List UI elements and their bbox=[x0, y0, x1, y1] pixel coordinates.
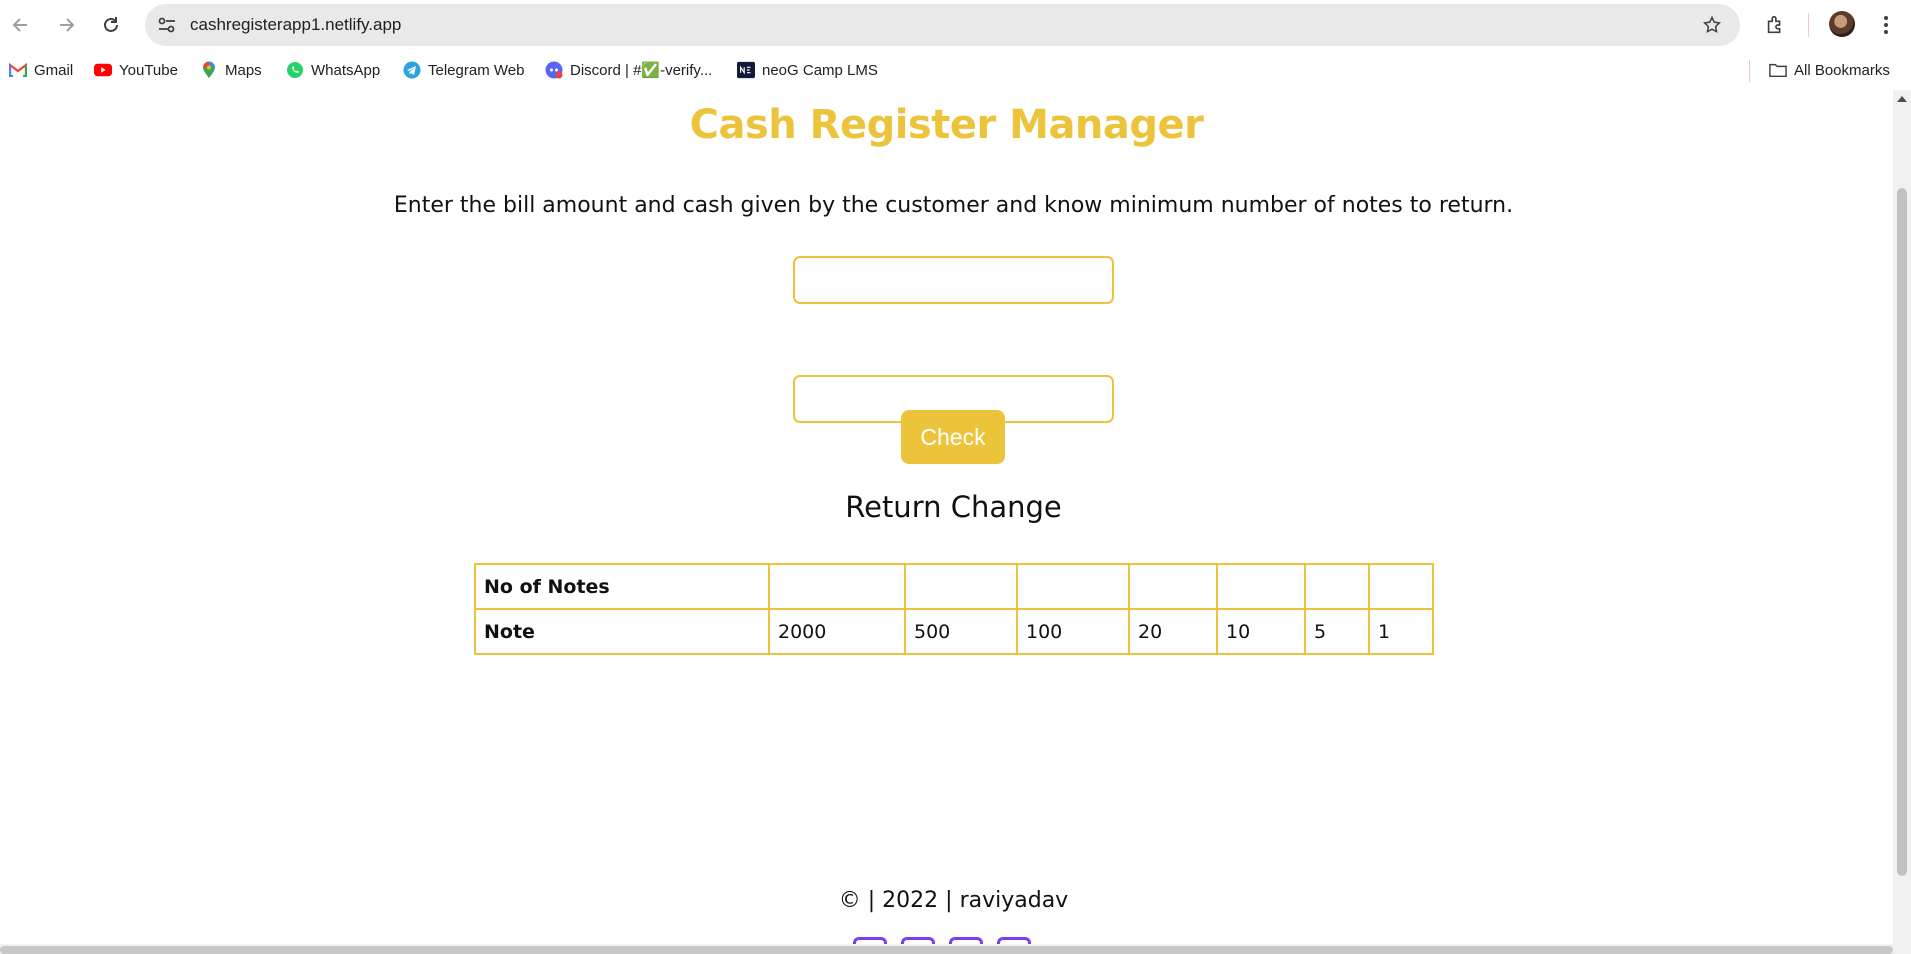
table-row-note: Note 2000 500 100 20 10 5 1 bbox=[474, 608, 1434, 655]
page-viewport: Cash Register Manager Enter the bill amo… bbox=[0, 90, 1893, 944]
horizontal-scrollbar[interactable] bbox=[0, 944, 1911, 954]
browser-menu-button[interactable] bbox=[1874, 10, 1898, 40]
table-cell-note: 5 bbox=[1304, 608, 1370, 655]
social-links bbox=[853, 937, 1031, 944]
extensions-button[interactable] bbox=[1760, 10, 1790, 40]
table-cell-count bbox=[768, 563, 906, 610]
toolbar-divider bbox=[1808, 13, 1809, 37]
twitter-icon[interactable] bbox=[901, 937, 935, 944]
folder-icon bbox=[1769, 61, 1787, 79]
table-cell-note: 20 bbox=[1128, 608, 1218, 655]
gmail-icon bbox=[9, 61, 27, 79]
check-button[interactable]: Check bbox=[901, 410, 1005, 464]
bookmark-star-icon[interactable] bbox=[1700, 13, 1724, 37]
bookmark-neog[interactable]: neoG Camp LMS bbox=[737, 60, 878, 80]
bookmarks-divider bbox=[1749, 60, 1750, 82]
all-bookmarks-button[interactable]: All Bookmarks bbox=[1769, 60, 1890, 80]
bookmark-whatsapp[interactable]: WhatsApp bbox=[286, 60, 380, 80]
portfolio-icon[interactable] bbox=[997, 937, 1031, 944]
github-icon[interactable] bbox=[853, 937, 887, 944]
back-arrow-icon bbox=[12, 18, 27, 32]
profile-avatar[interactable] bbox=[1829, 11, 1855, 37]
bookmark-youtube[interactable]: YouTube bbox=[94, 60, 178, 80]
table-cell-count bbox=[904, 563, 1018, 610]
bookmark-telegram[interactable]: Telegram Web bbox=[403, 60, 524, 80]
kebab-menu-icon bbox=[1884, 16, 1888, 34]
table-cell-count bbox=[1304, 563, 1370, 610]
site-info-icon[interactable] bbox=[153, 12, 181, 38]
back-button[interactable] bbox=[6, 10, 36, 40]
youtube-icon bbox=[94, 61, 112, 79]
linkedin-icon[interactable] bbox=[949, 937, 983, 944]
table-cell-note: 1 bbox=[1368, 608, 1434, 655]
bookmark-maps[interactable]: Maps bbox=[200, 60, 262, 80]
return-change-heading: Return Change bbox=[845, 490, 1062, 524]
telegram-icon bbox=[403, 61, 421, 79]
page-footer: © | 2022 | raviyadav bbox=[838, 888, 1069, 913]
horizontal-scroll-thumb[interactable] bbox=[0, 946, 1893, 954]
table-cell-note: 500 bbox=[904, 608, 1018, 655]
vertical-scroll-thumb[interactable] bbox=[1897, 188, 1907, 876]
table-cell-note: 2000 bbox=[768, 608, 906, 655]
url-text[interactable]: cashregisterapp1.netlify.app bbox=[190, 15, 401, 35]
table-cell-note: 10 bbox=[1216, 608, 1306, 655]
vertical-scrollbar[interactable] bbox=[1893, 90, 1911, 944]
table-cell-count bbox=[1368, 563, 1434, 610]
table-cell-note: 100 bbox=[1016, 608, 1130, 655]
page-title: Cash Register Manager bbox=[689, 102, 1204, 148]
page-description: Enter the bill amount and cash given by … bbox=[393, 193, 1514, 218]
whatsapp-icon bbox=[286, 61, 304, 79]
table-cell-count bbox=[1216, 563, 1306, 610]
table-cell-count bbox=[1128, 563, 1218, 610]
browser-toolbar: cashregisterapp1.netlify.app bbox=[0, 0, 1911, 50]
reload-icon bbox=[104, 17, 118, 32]
address-bar[interactable]: cashregisterapp1.netlify.app bbox=[145, 4, 1740, 46]
scroll-up-arrow-icon[interactable] bbox=[1897, 96, 1907, 102]
forward-arrow-icon bbox=[60, 18, 75, 32]
puzzle-icon bbox=[1767, 15, 1781, 34]
forward-button[interactable] bbox=[51, 10, 81, 40]
bookmark-discord[interactable]: Discord | #✅-verify... bbox=[545, 60, 712, 80]
maps-icon bbox=[200, 61, 218, 79]
table-cell-count bbox=[1016, 563, 1130, 610]
bookmarks-bar: Gmail YouTube Maps WhatsApp Telegram Web… bbox=[0, 50, 1911, 90]
bookmark-gmail[interactable]: Gmail bbox=[9, 60, 73, 80]
bill-amount-input[interactable] bbox=[793, 256, 1114, 304]
table-row-label: No of Notes bbox=[474, 563, 770, 610]
neog-icon bbox=[737, 61, 755, 79]
return-change-table: No of Notes Note 2000 500 100 20 10 5 1 bbox=[474, 563, 1434, 655]
table-row-label: Note bbox=[474, 608, 770, 655]
table-row-no-of-notes: No of Notes bbox=[474, 563, 1434, 610]
reload-button[interactable] bbox=[96, 10, 126, 40]
discord-icon bbox=[545, 61, 563, 79]
